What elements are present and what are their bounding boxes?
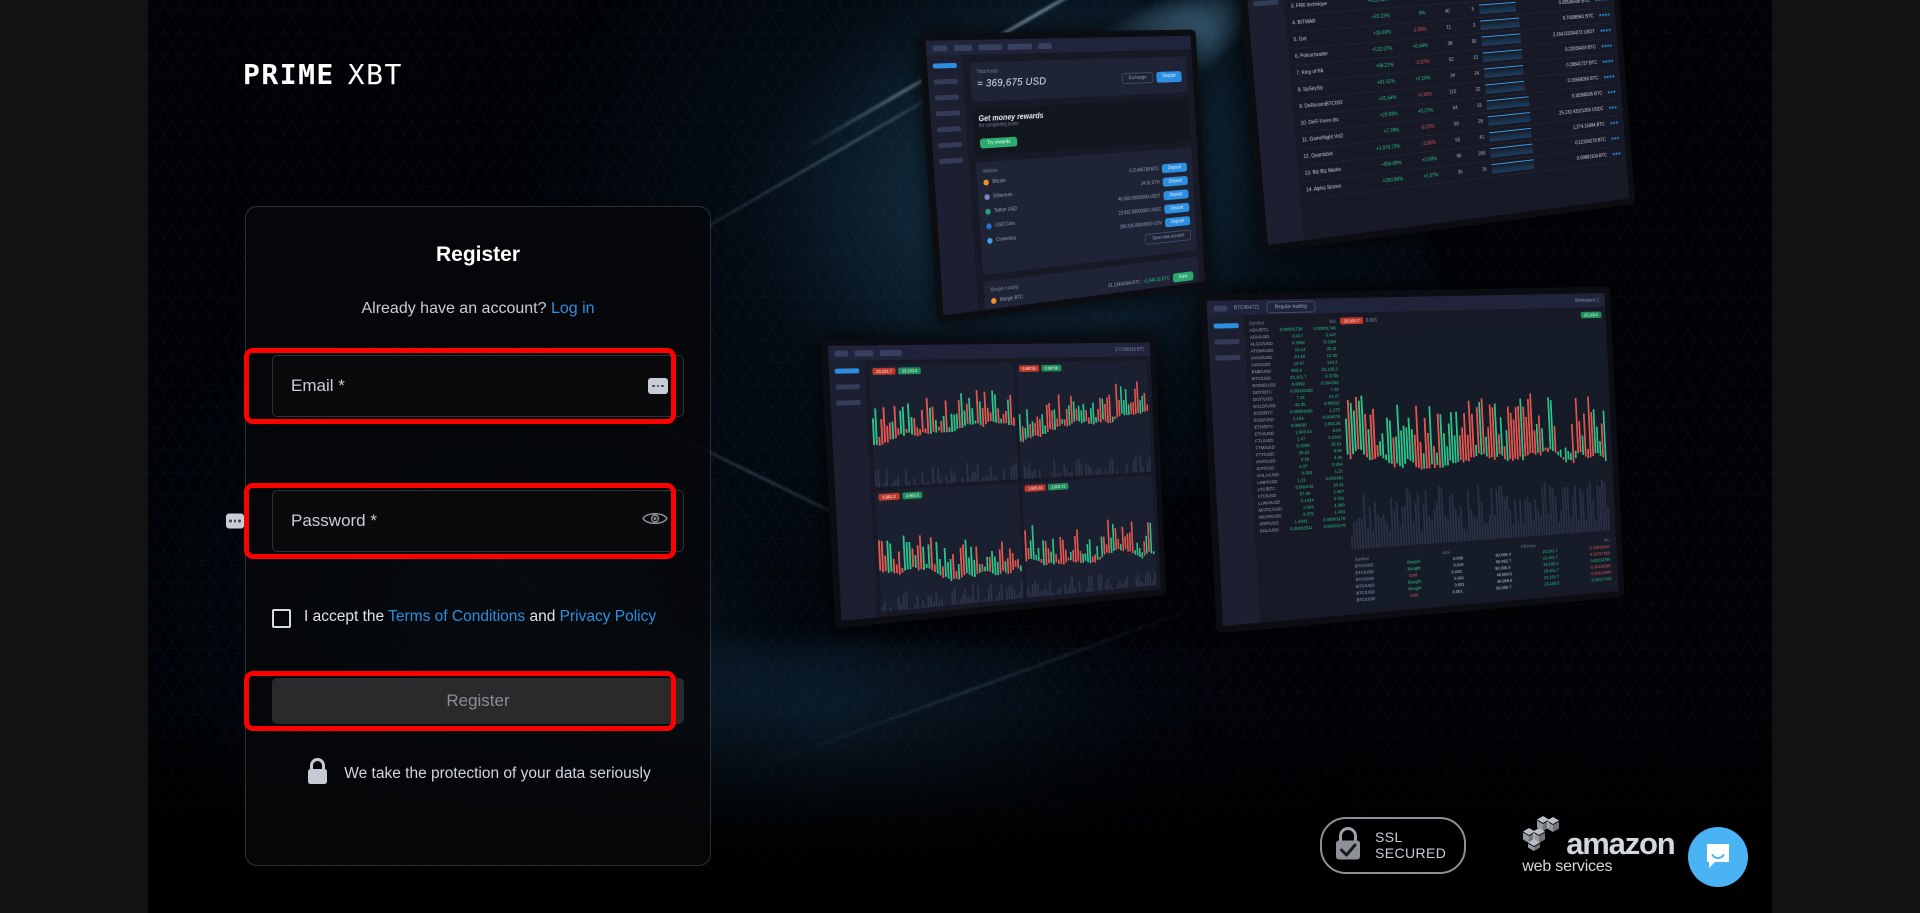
- login-prompt: Already have an account? Log in: [246, 300, 710, 318]
- try-rewards-button: Try rewards: [980, 137, 1018, 149]
- terms-checkbox[interactable]: [272, 609, 291, 628]
- open-new-account-button: Open new account: [1145, 229, 1191, 245]
- tab-yield: [1038, 43, 1052, 49]
- registration-page: Total funds ≈ 369,675 USD Exchange Depos…: [0, 0, 1920, 913]
- monitor-covesting-rating: -0.56% Rating Total Today Active days Fo…: [1234, 0, 1635, 253]
- ssl-line-2: SECURED: [1375, 846, 1446, 861]
- chart-panel: 1,603.44 1,603.72: [1022, 475, 1157, 598]
- trading-mode: Regular trading: [1266, 300, 1316, 313]
- password-field-group: [272, 490, 684, 552]
- start-earning-button: Start earning: [1160, 311, 1196, 315]
- sell-price: 23,101.7: [1340, 317, 1363, 324]
- monitor-dashboard: Total funds ≈ 369,675 USD Exchange Depos…: [918, 29, 1210, 323]
- terms-text: I accept the Terms of Conditions and Pri…: [304, 606, 656, 628]
- deposit-button: Deposit: [1156, 71, 1182, 83]
- left-gutter: [0, 0, 148, 913]
- primexbt-logo[interactable]: PRIME XBT: [243, 58, 403, 91]
- workspace-label: Workspace 1: [1575, 297, 1599, 303]
- ssl-line-1: SSL: [1375, 830, 1446, 845]
- rewards-promo: Get money rewards for completing tasks T…: [972, 99, 1190, 156]
- eye-icon[interactable]: [642, 510, 668, 532]
- monitor-trading-terminal: BTC454721 Regular trading Workspace 1 Sy…: [1199, 287, 1624, 634]
- wallets-panel: Wallets Bitcoin 0.21456789 BTC Deposit Eth…: [976, 148, 1197, 275]
- total-funds-value: ≈ 369,675 USD: [977, 76, 1047, 90]
- order-size: 0.001: [1366, 317, 1378, 323]
- quad-balance: 0.71266916 BTC: [1115, 347, 1145, 353]
- protection-text: We take the protection of your data seri…: [344, 765, 650, 783]
- candlestick-chart: [870, 375, 1018, 487]
- chat-bubble-icon: [1703, 840, 1733, 875]
- aws-logo: amazon web services: [1522, 815, 1674, 876]
- terminal-account: BTC454721: [1234, 304, 1260, 310]
- terms-conjunction: and: [529, 608, 555, 625]
- tab-margin: [954, 44, 973, 50]
- aws-wordmark: amazon: [1566, 831, 1674, 856]
- candlestick-chart: [876, 495, 1024, 612]
- rating-table: 1. MESS+16.29%-0.03%72011.78921882 BTC★★…: [1287, 0, 1620, 199]
- candlestick-chart: [1022, 486, 1156, 597]
- tab-main: [932, 45, 947, 51]
- register-button[interactable]: Register: [272, 678, 684, 724]
- email-input[interactable]: [272, 355, 684, 417]
- ssl-secured-badge: SSL SECURED: [1320, 817, 1466, 874]
- aws-cubes-icon: [1522, 815, 1564, 856]
- chart-panel: 0.98734 0.98756: [1016, 360, 1151, 478]
- data-protection-note: We take the protection of your data seri…: [246, 757, 710, 791]
- register-card: Register Already have an account? Log in: [245, 206, 711, 866]
- password-manager-icon[interactable]: [226, 514, 244, 529]
- terms-prefix: I accept the: [304, 608, 384, 625]
- chart-panel: 3,981.2 3,983.5: [875, 482, 1023, 611]
- right-gutter: [1772, 0, 1920, 913]
- monitor-quad-charts: 0.71266916 BTC 23,101.7 23,103.5 0.98734 0…: [821, 336, 1167, 628]
- chat-launcher-button[interactable]: [1688, 827, 1748, 887]
- tab-buy-crypto: [978, 44, 1002, 50]
- ssl-text: SSL SECURED: [1375, 830, 1446, 860]
- logo-prime-text: PRIME: [243, 58, 335, 91]
- register-button-group: Register: [272, 678, 684, 724]
- terms-link[interactable]: Terms of Conditions: [388, 608, 525, 625]
- login-link[interactable]: Log in: [551, 300, 595, 317]
- terms-acceptance-row[interactable]: I accept the Terms of Conditions and Pri…: [272, 606, 684, 628]
- candlestick-chart: [1017, 372, 1152, 478]
- exchange-button: Exchange: [1121, 72, 1153, 84]
- tab-copy-trading: [1008, 43, 1033, 49]
- email-field-group: [272, 355, 684, 417]
- buy-price: 23,103.5: [1581, 311, 1602, 318]
- trust-badges: SSL SECURED amazon web services: [1320, 815, 1674, 876]
- page-title: Register: [246, 243, 710, 267]
- logo-xbt-text: XBT: [348, 58, 403, 91]
- order-book: Symbol Bid ADA/BTC 0.00001730 0.00001740 AD…: [1249, 318, 1350, 618]
- have-account-text: Already have an account?: [361, 300, 546, 317]
- privacy-policy-link[interactable]: Privacy Policy: [560, 608, 656, 625]
- ssl-lock-check-icon: [1331, 824, 1365, 867]
- aws-subtext: web services: [1522, 858, 1612, 876]
- total-funds-panel: Total funds ≈ 369,675 USD Exchange Depos…: [969, 57, 1187, 102]
- lock-icon: [305, 757, 330, 791]
- chart-panel: 23,101.7 23,103.5: [869, 363, 1018, 487]
- password-input[interactable]: [272, 490, 684, 552]
- main-candlestick-chart: [1341, 322, 1612, 550]
- autofill-icon[interactable]: [648, 378, 668, 394]
